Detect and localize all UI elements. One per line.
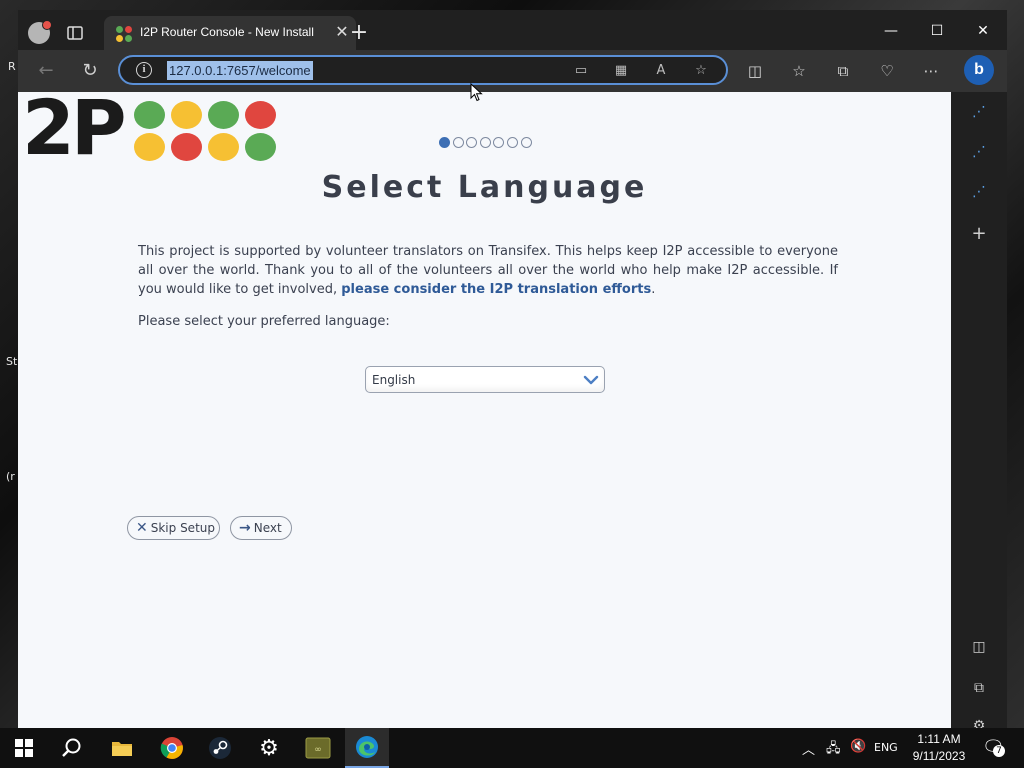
next-button[interactable]: → Next xyxy=(230,516,292,540)
browser-window: I2P Router Console - New Install ✕ + — ☐… xyxy=(18,10,1007,734)
split-screen-icon[interactable]: ◫ xyxy=(744,60,766,82)
start-button[interactable] xyxy=(2,728,46,768)
i2p-logo-text: 2P xyxy=(22,92,127,172)
browser-sidebar: ⋰ ⋰ ⋰ + ◫ ⧉ ⚙ xyxy=(951,92,1007,734)
volume-muted-icon[interactable]: 🔇 xyxy=(850,739,866,754)
intro-end: . xyxy=(651,282,656,297)
network-icon[interactable]: 🖧 xyxy=(826,739,841,761)
favorites-icon[interactable]: ☆ xyxy=(788,60,810,82)
copilot-icon[interactable]: b xyxy=(964,55,994,85)
close-window-button[interactable]: ✕ xyxy=(972,20,994,42)
skip-setup-button[interactable]: ✕ Skip Setup xyxy=(127,516,220,540)
i2p-app-icon: ∞ xyxy=(305,737,331,759)
tab-i2p-router-console[interactable]: I2P Router Console - New Install ✕ xyxy=(104,16,356,50)
site-info-icon[interactable]: i xyxy=(136,62,152,78)
logo-dot xyxy=(245,101,276,129)
page-title: Select Language xyxy=(321,170,648,205)
logo-dot xyxy=(208,101,239,129)
wizard-step-dot xyxy=(452,137,464,148)
read-aloud-icon[interactable]: A xyxy=(652,62,670,80)
desktop-icon-label: St xyxy=(6,355,18,368)
i2p-app-button[interactable]: ∞ xyxy=(296,728,340,768)
file-explorer-button[interactable] xyxy=(100,728,144,768)
page-viewport: 2P Select Language This project is suppo… xyxy=(18,92,951,728)
app-available-icon[interactable]: ▭ xyxy=(572,62,590,80)
tab-bar: I2P Router Console - New Install ✕ + — ☐… xyxy=(18,10,1007,50)
chrome-icon xyxy=(160,737,183,759)
steam-button[interactable] xyxy=(198,728,242,768)
chevron-down-icon xyxy=(583,375,599,385)
desktop-icon-label: (r xyxy=(6,470,15,483)
tab-actions-icon[interactable] xyxy=(66,24,84,42)
desktop-icon-label: R xyxy=(8,60,16,73)
language-select[interactable]: English xyxy=(365,366,605,393)
sidebar-loading-icon[interactable]: ⋰ xyxy=(969,142,989,162)
close-x-icon: ✕ xyxy=(136,520,148,536)
next-label: Next xyxy=(253,521,282,535)
intro-paragraph: This project is supported by volunteer t… xyxy=(138,242,838,299)
gear-icon: ⚙ xyxy=(259,735,279,761)
mouse-cursor-icon xyxy=(470,83,483,102)
browser-toolbar: ← ↻ i 127.0.0.1:7657/welcome ▭ ▦ A ☆ ◫ ☆… xyxy=(18,50,1007,92)
search-button[interactable] xyxy=(50,728,94,768)
settings-button[interactable]: ⚙ xyxy=(247,728,291,768)
search-icon xyxy=(62,738,81,757)
language-prompt: Please select your preferred language: xyxy=(138,314,390,329)
maximize-button[interactable]: ☐ xyxy=(926,20,948,42)
edge-icon xyxy=(356,736,378,758)
minimize-button[interactable]: — xyxy=(880,20,902,42)
input-language-indicator[interactable]: ENG xyxy=(874,741,898,754)
windows-logo-icon xyxy=(15,739,33,757)
more-options-icon[interactable]: ⋯ xyxy=(920,60,942,82)
clock-date: 9/11/2023 xyxy=(912,749,966,763)
wizard-step-dot xyxy=(439,137,450,148)
translation-link[interactable]: please consider the I2P translation effo… xyxy=(341,282,651,297)
collections-icon[interactable]: ⧉ xyxy=(832,60,854,82)
notification-count-badge: 7 xyxy=(993,745,1005,757)
refresh-button[interactable]: ↻ xyxy=(78,59,102,83)
hide-sidebar-icon[interactable]: ◫ xyxy=(969,637,989,657)
wizard-step-dot xyxy=(466,137,478,148)
tab-title: I2P Router Console - New Install xyxy=(140,25,314,39)
logo-dot xyxy=(208,133,239,161)
chrome-button[interactable] xyxy=(150,728,194,768)
i2p-favicon-icon xyxy=(116,26,132,42)
wizard-step-dot xyxy=(506,137,518,148)
notification-center-icon[interactable]: 🗨7 xyxy=(982,737,1005,758)
show-hidden-icons-chevron-icon[interactable]: ︿ xyxy=(802,739,815,758)
wizard-step-dot xyxy=(520,137,532,148)
folder-icon xyxy=(112,742,132,756)
clock-time: 1:11 AM xyxy=(917,732,961,746)
logo-dot xyxy=(171,101,202,129)
logo-dot xyxy=(171,133,202,161)
open-external-icon[interactable]: ⧉ xyxy=(969,678,989,698)
add-sidebar-app-icon[interactable]: + xyxy=(969,224,989,244)
svg-text:∞: ∞ xyxy=(314,745,322,755)
edge-button[interactable] xyxy=(345,728,389,768)
back-button[interactable]: ← xyxy=(34,59,58,83)
logo-dot xyxy=(245,133,276,161)
qr-code-icon[interactable]: ▦ xyxy=(612,62,630,80)
steam-icon xyxy=(209,737,231,759)
browser-essentials-icon[interactable]: ♡ xyxy=(876,60,898,82)
profile-avatar[interactable] xyxy=(28,20,52,44)
logo-dot xyxy=(134,133,165,161)
sidebar-loading-icon[interactable]: ⋰ xyxy=(969,182,989,202)
taskbar-clock[interactable]: 1:11 AM 9/11/2023 xyxy=(906,731,972,765)
language-select-value: English xyxy=(372,373,416,387)
wizard-progress xyxy=(439,133,534,148)
wizard-step-dot xyxy=(479,137,491,148)
address-bar[interactable]: i 127.0.0.1:7657/welcome ▭ ▦ A ☆ xyxy=(118,55,728,85)
wizard-step-dot xyxy=(493,137,505,148)
arrow-right-icon: → xyxy=(239,520,251,536)
favorite-star-icon[interactable]: ☆ xyxy=(692,62,710,80)
new-tab-button[interactable]: + xyxy=(348,22,370,45)
windows-taskbar: ⚙ ∞ ︿ 🖧 🔇 ENG 1:11 AM 9/11/2023 🗨7 xyxy=(0,728,1024,768)
logo-dot xyxy=(134,101,165,129)
sidebar-loading-icon[interactable]: ⋰ xyxy=(969,102,989,122)
url-text[interactable]: 127.0.0.1:7657/welcome xyxy=(167,61,313,80)
skip-setup-label: Skip Setup xyxy=(150,521,215,535)
